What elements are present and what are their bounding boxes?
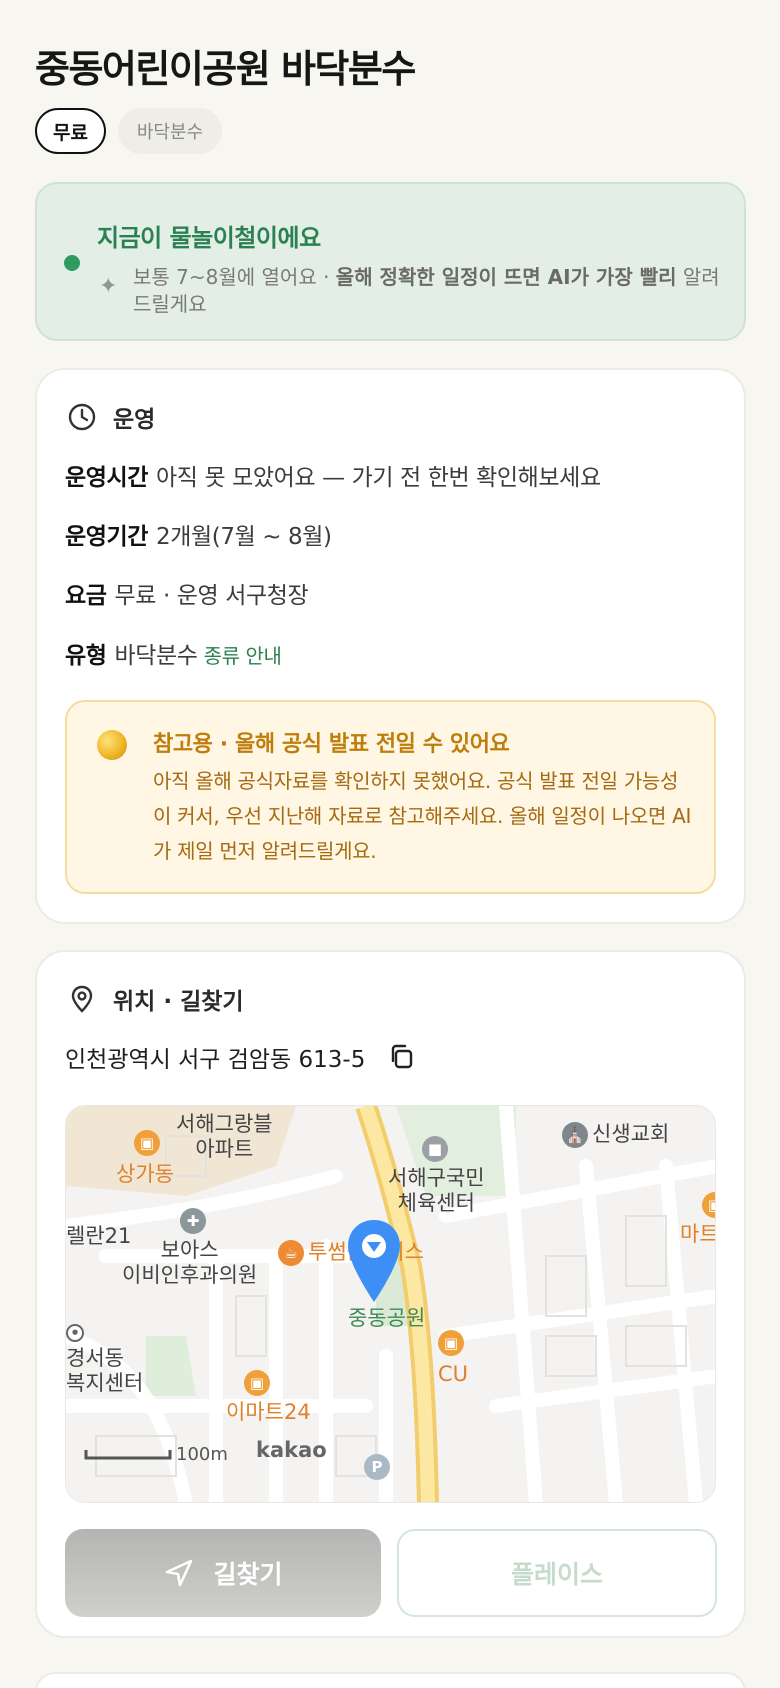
- map-brand-label: kakao: [256, 1438, 327, 1462]
- reference-notice: 참고용 · 올해 공식 발표 전일 수 있어요 아직 올해 공식자료를 확인하지…: [65, 700, 716, 894]
- location-title: 위치 · 길찾기: [113, 989, 244, 1015]
- route-button[interactable]: 길찾기: [65, 1529, 381, 1617]
- map-label-emart: 이마트24: [226, 1400, 311, 1424]
- clock-icon: [68, 403, 96, 431]
- price-chip: 무료: [35, 108, 106, 154]
- location-marker-icon: [348, 1220, 400, 1302]
- next-card: [35, 1672, 746, 1688]
- operation-header: 운영: [67, 400, 155, 434]
- address-row: 인천광역시 서구 검암동 613-5: [65, 1040, 417, 1074]
- map-scale-label: 100m: [176, 1444, 228, 1465]
- location-card: 위치 · 길찾기 인천광역시 서구 검암동 613-5 서해그랑블 아파트 ▣ …: [35, 950, 746, 1638]
- page: 중동어린이공원 바닥분수 무료 바닥분수 지금이 물놀이철이에요 ✦ 보통 7~…: [0, 0, 780, 1688]
- map-label-clinic: 보아스 이비인후과의원: [122, 1238, 258, 1287]
- clinic-icon: ✚: [180, 1208, 206, 1234]
- notice-title: 참고용 · 올해 공식 발표 전일 수 있어요: [153, 732, 510, 757]
- type-chip: 바닥분수: [118, 108, 222, 154]
- cafe-icon: ☕: [278, 1240, 304, 1266]
- sparkle-icon: ✦: [99, 274, 118, 299]
- cu-icon: ▣: [438, 1330, 464, 1356]
- season-headline: 지금이 물놀이철이에요: [97, 224, 321, 252]
- welfare-icon: •: [66, 1324, 84, 1342]
- copy-icon[interactable]: [387, 1042, 417, 1072]
- map-label-welfare: 경서동 복지센터: [66, 1346, 144, 1395]
- parking-icon: P: [364, 1454, 390, 1480]
- period-row: 운영기간 2개월(7월 ~ 8월): [65, 524, 332, 550]
- map-label-mart: 마트: [680, 1222, 716, 1246]
- type-row: 유형 바닥분수 종류 안내: [65, 643, 282, 669]
- season-description: 보통 7~8월에 열어요 · 올해 정확한 일정이 뜨면 AI가 가장 빨리 알…: [133, 265, 720, 316]
- map-label-cu: CU: [438, 1362, 469, 1386]
- location-pin-icon: [71, 985, 93, 1013]
- route-button-label: 길찾기: [213, 1560, 283, 1589]
- map-label-church: 신생교회: [592, 1122, 670, 1146]
- emart-icon: ▣: [244, 1370, 270, 1396]
- map-view[interactable]: 서해그랑블아파트 ▣ 상가동 렐란21 ✚ 보아스이비인후과의원 ☕ 투썸플레이…: [65, 1105, 716, 1503]
- navigation-arrow-icon: [166, 1559, 193, 1587]
- place-button[interactable]: 플레이스: [397, 1529, 717, 1617]
- type-guide-link[interactable]: 종류 안내: [204, 644, 282, 668]
- status-dot: [64, 255, 80, 271]
- page-title: 중동어린이공원 바닥분수: [35, 47, 416, 91]
- season-banner: 지금이 물놀이철이에요 ✦ 보통 7~8월에 열어요 · 올해 정확한 일정이 …: [35, 182, 746, 341]
- map-label-park: 중동공원: [348, 1306, 426, 1330]
- operation-card: 운영 운영시간 아직 못 모았어요 — 가기 전 한번 확인해보세요 운영기간 2개…: [35, 368, 746, 924]
- location-header: 위치 · 길찾기: [67, 982, 244, 1016]
- map-label-sports: 서해구국민 체육센터: [388, 1166, 485, 1215]
- notice-body: 아직 올해 공식자료를 확인하지 못했어요. 공식 발표 전일 가능성이 커서,…: [153, 769, 692, 863]
- operation-title: 운영: [113, 407, 156, 433]
- church-icon: ⛪: [562, 1122, 588, 1148]
- coin-icon: [97, 730, 127, 760]
- map-label-shop: 상가동: [116, 1162, 174, 1186]
- place-button-label: 플레이스: [510, 1560, 603, 1589]
- shop-icon: ▣: [134, 1130, 160, 1156]
- map-label-apt: 서해그랑블 아파트: [176, 1112, 273, 1161]
- hours-row: 운영시간 아직 못 모았어요 — 가기 전 한번 확인해보세요: [65, 465, 601, 491]
- sports-icon: ■: [422, 1136, 448, 1162]
- fee-row: 요금 무료 · 운영 서구청장: [65, 583, 309, 609]
- address-text: 인천광역시 서구 검암동 613-5: [65, 1047, 366, 1073]
